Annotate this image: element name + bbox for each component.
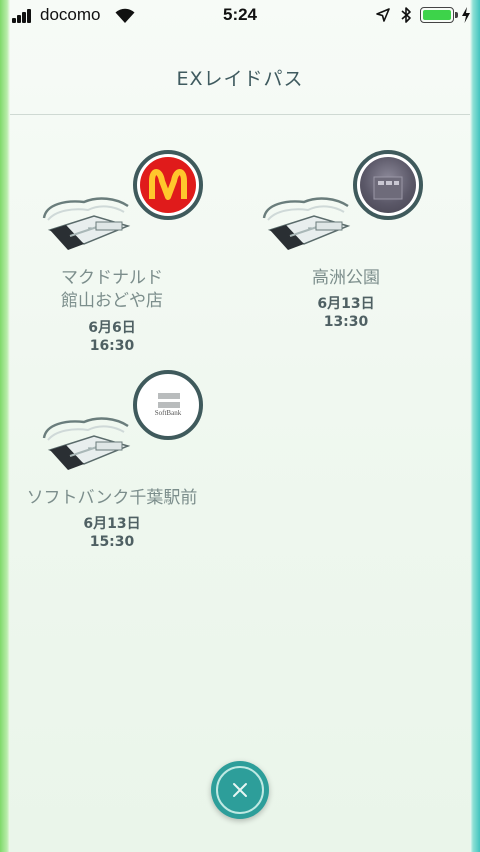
close-button[interactable] bbox=[211, 761, 269, 819]
pass-time: 13:30 bbox=[323, 314, 369, 330]
bluetooth-icon bbox=[401, 7, 411, 23]
header-divider bbox=[10, 114, 470, 115]
pass-date: 6月6日 bbox=[88, 320, 136, 336]
pass-location-name-line2: 館山おどや店 bbox=[61, 291, 163, 311]
charging-icon bbox=[462, 7, 470, 23]
ex-pass-ticket-icon bbox=[262, 197, 351, 250]
ex-raid-pass-card[interactable]: SoftBank ソフトバンク千葉駅前 6月13日 15:30 bbox=[27, 370, 236, 570]
gym-photo-image bbox=[373, 176, 403, 200]
location-arrow-icon bbox=[376, 8, 390, 22]
ex-pass-ticket-icon bbox=[42, 197, 131, 250]
pass-location-name: マクドナルド bbox=[61, 268, 163, 288]
mcdonalds-logo-badge bbox=[133, 150, 203, 220]
pass-date: 6月13日 bbox=[317, 296, 375, 312]
page-title: EXレイドパス bbox=[176, 68, 304, 90]
battery-icon bbox=[420, 7, 458, 23]
softbank-logo-badge: SoftBank bbox=[133, 370, 203, 440]
mcdonalds-arches-icon bbox=[149, 169, 187, 200]
pass-location-name: ソフトバンク千葉駅前 bbox=[26, 488, 198, 508]
pass-time: 15:30 bbox=[89, 534, 135, 550]
pass-time: 16:30 bbox=[89, 338, 135, 354]
close-icon bbox=[233, 783, 247, 797]
softbank-logo-text: SoftBank bbox=[154, 409, 182, 417]
ex-raid-pass-card[interactable]: 高洲公園 6月13日 13:30 bbox=[256, 150, 456, 350]
ex-raid-pass-card[interactable]: マクドナルド 館山おどや店 6月6日 16:30 bbox=[36, 150, 236, 354]
pass-date: 6月13日 bbox=[83, 516, 141, 532]
gym-photo-badge bbox=[353, 150, 423, 220]
ex-pass-ticket-icon bbox=[42, 417, 131, 470]
status-bar: docomo 5:24 bbox=[0, 0, 480, 32]
pass-location-name: 高洲公園 bbox=[312, 268, 380, 288]
softbank-logo-icon bbox=[158, 393, 180, 408]
